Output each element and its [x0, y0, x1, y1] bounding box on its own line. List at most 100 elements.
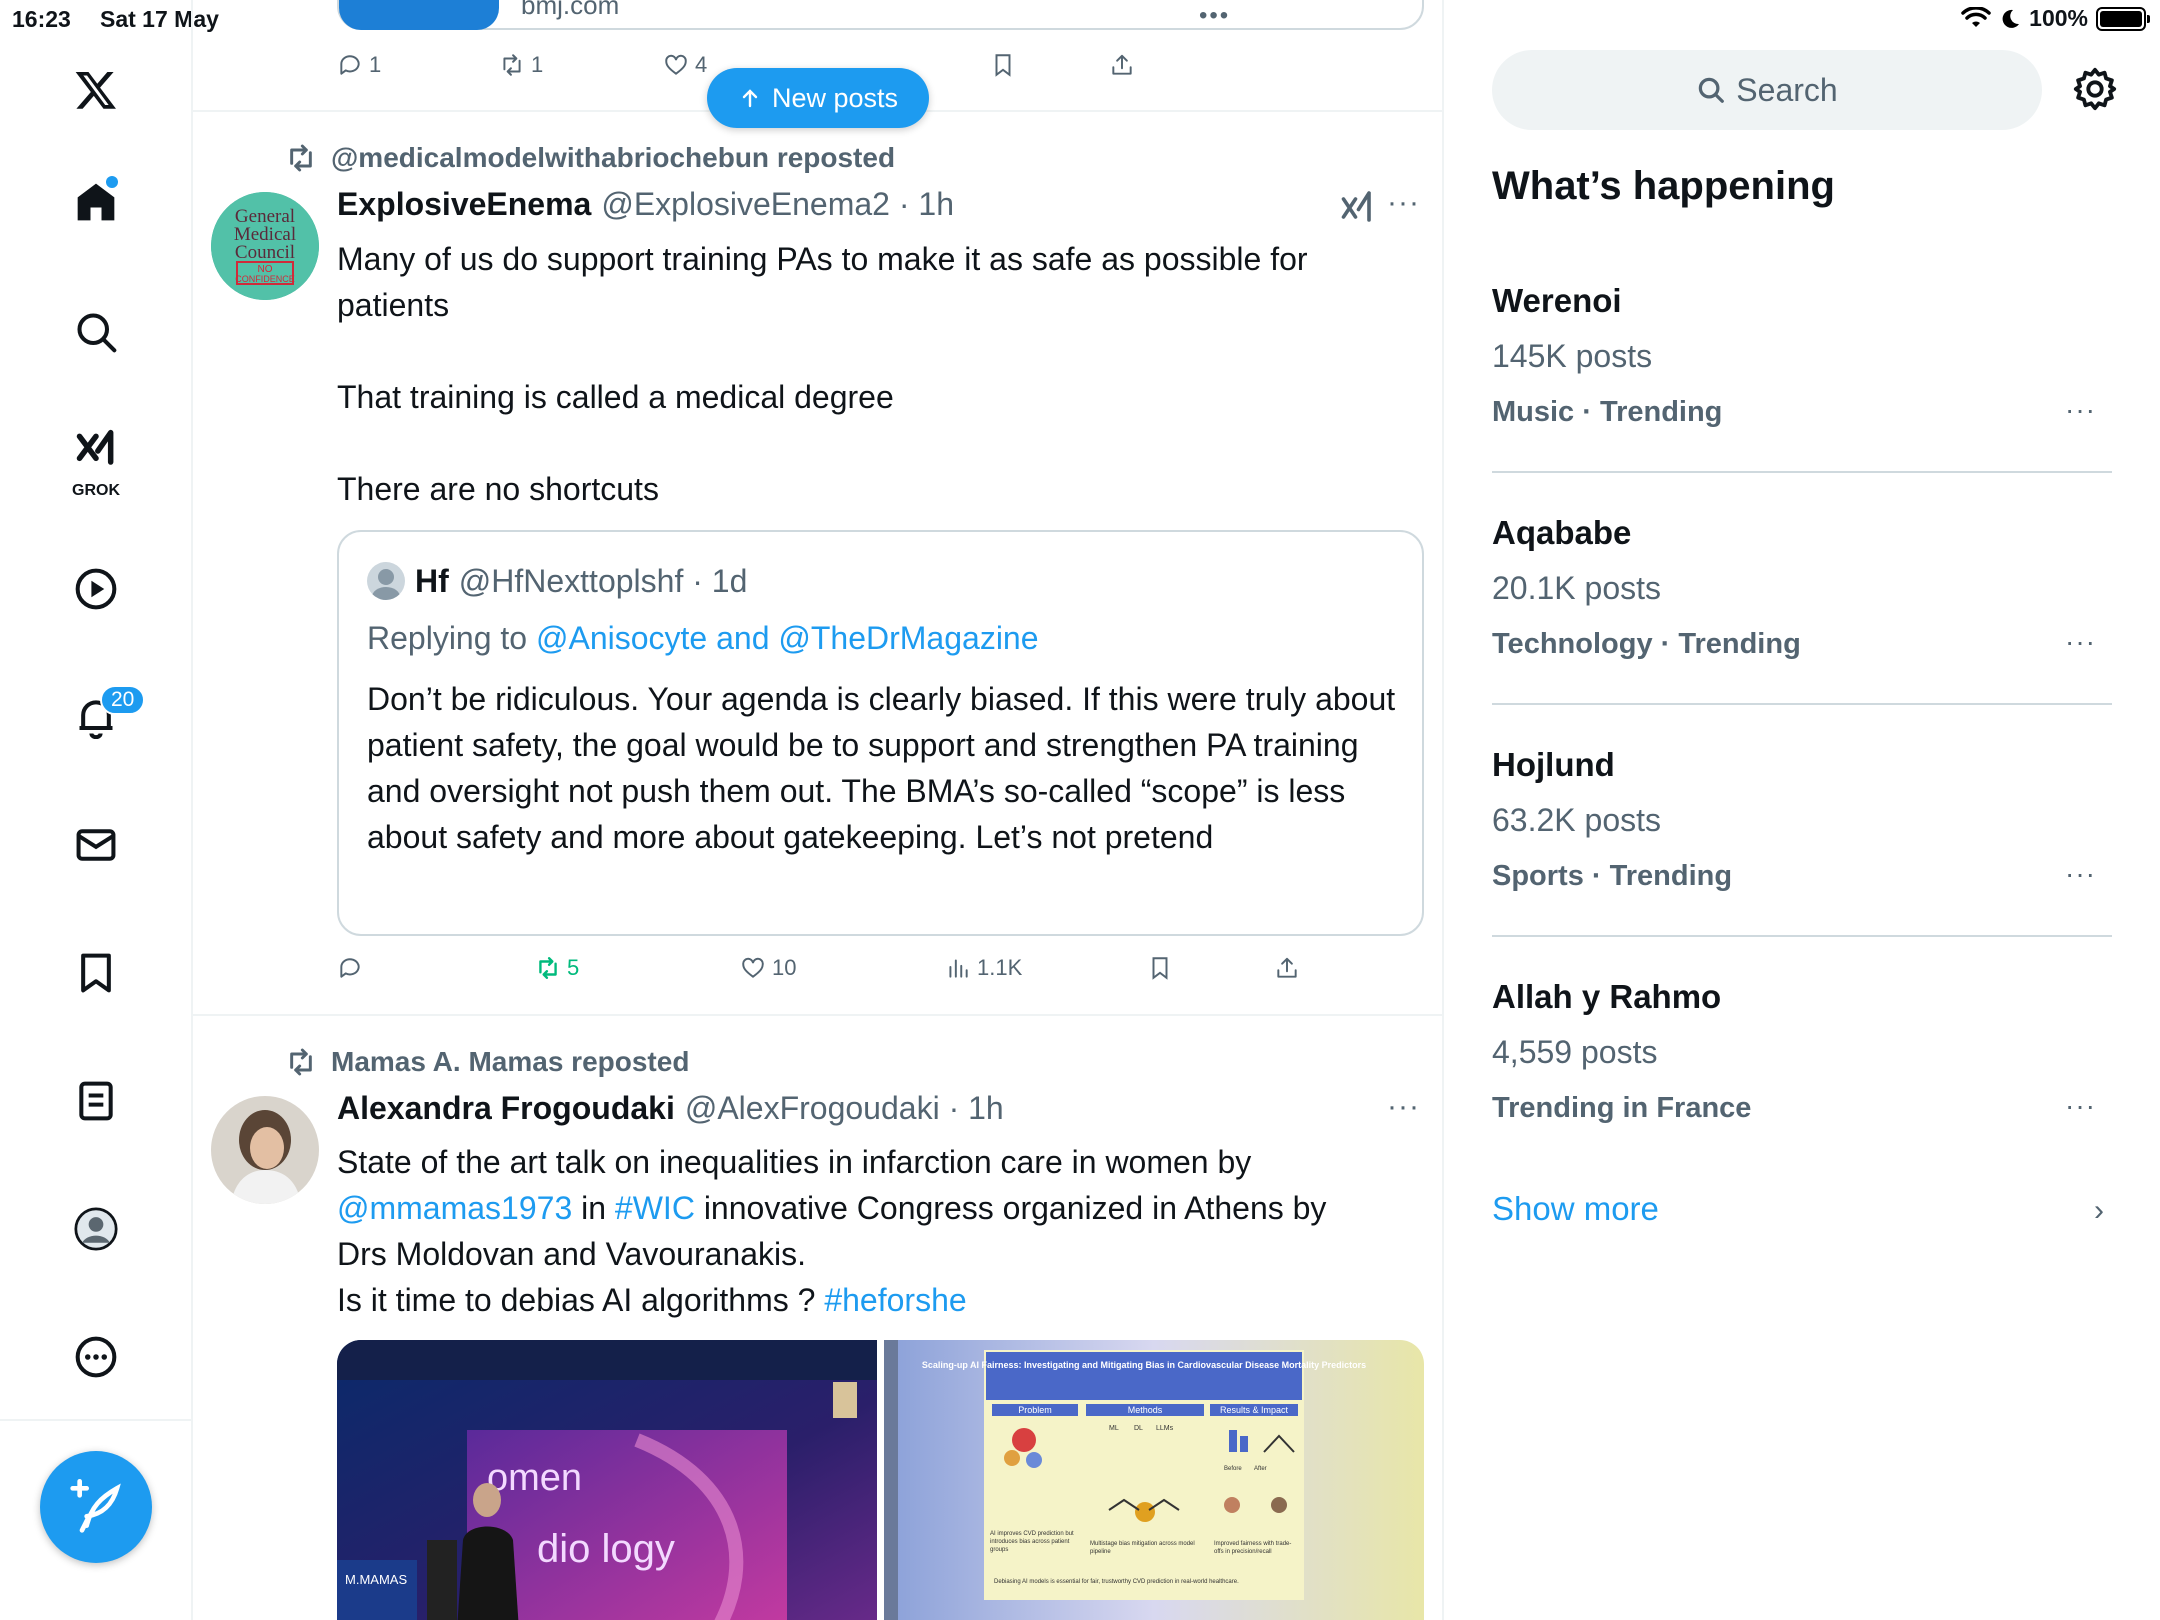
quote-avatar [367, 562, 405, 600]
author-handle[interactable]: @ExplosiveEnema2 · 1h [601, 186, 954, 223]
avatar[interactable]: General Medical Council NO CONFIDENCE [211, 192, 319, 300]
slide-before: Before [1224, 1466, 1242, 1472]
search-icon [77, 313, 117, 353]
post-more-button[interactable]: ··· [1387, 186, 1420, 220]
like-count: 4 [695, 52, 708, 77]
replying-mentions[interactable]: @Anisocyte and @TheDrMagazine [536, 620, 1039, 656]
nav-lists[interactable] [60, 1065, 132, 1137]
new-posts-button[interactable]: New posts [707, 68, 929, 128]
compose-button[interactable] [40, 1451, 152, 1563]
repost-count: 5 [567, 955, 580, 980]
presentation-slide-photo: Scaling-up AI Fairness: Investigating an… [884, 1340, 1424, 1620]
post-text-line: @mmamas1973 in #WIC innovative Congress … [337, 1185, 1417, 1231]
replying-prefix: Replying to [367, 620, 536, 656]
author-handle[interactable]: @AlexFrogoudaki · 1h [685, 1090, 1004, 1127]
slide-col-problem: Problem [1018, 1405, 1052, 1415]
avatar[interactable] [211, 1096, 319, 1204]
hashtag-link[interactable]: #heforshe [824, 1282, 966, 1318]
like-button[interactable]: 10 [740, 955, 796, 981]
repost-count: 1 [531, 52, 544, 77]
slide-title: Scaling-up AI Fairness: Investigating an… [922, 1360, 1366, 1370]
more-circle-icon [75, 1336, 117, 1378]
repost-indicator: @medicalmodelwithabriochebun reposted [285, 142, 895, 174]
nav-divider [0, 1419, 193, 1421]
post-text: Many of us do support training PAs to ma… [337, 236, 1417, 512]
reply-icon [340, 55, 360, 75]
quote-author-handle: @HfNexttoplshf · 1d [458, 562, 748, 599]
reply-icon [340, 958, 360, 978]
grok-icon[interactable] [1339, 190, 1375, 226]
reply-button[interactable]: 1 [337, 52, 381, 78]
right-sidebar: Search What’s happening Werenoi 145K pos… [1444, 0, 2160, 1620]
search-placeholder: Search [1736, 71, 1838, 108]
trend-more-button[interactable]: ··· [2065, 394, 2096, 426]
post-text-line: Drs Moldovan and Vavouranakis. [337, 1236, 806, 1272]
repost-indicator: Mamas A. Mamas reposted [285, 1046, 689, 1078]
slide-after: After [1254, 1466, 1267, 1472]
slide-llms: LLMs [1156, 1425, 1174, 1432]
mention-link[interactable]: @mmamas1973 [337, 1190, 572, 1226]
post-text-line: State of the art talk on inequalities in… [337, 1144, 1252, 1180]
link-card[interactable]: bmj.com ••• [337, 0, 1424, 30]
trend-category: Trending in France [1492, 1092, 1752, 1124]
trend-name: Allah y Rahmo [1492, 978, 1722, 1015]
author-name[interactable]: Alexandra Frogoudaki [337, 1090, 675, 1127]
nav-more[interactable] [60, 1321, 132, 1393]
show-more-link[interactable]: Show more [1492, 1190, 1659, 1228]
slide-problem-text: AI improves CVD prediction but introduce… [990, 1531, 1074, 1553]
trend-divider [1492, 471, 2112, 473]
slide-results-text: Improved fairness with trade-offs in pre… [1214, 1541, 1292, 1555]
nav-grok[interactable]: GROK [60, 418, 132, 502]
post-text-line: That training is called a medical degree [337, 379, 894, 415]
nav-notifications[interactable]: 20 [60, 681, 146, 753]
play-circle-icon [75, 568, 117, 610]
slide-ml: ML [1109, 1425, 1119, 1432]
slide-title-text: Scaling-up AI Fairness: Investigating an… [922, 1360, 1366, 1370]
heart-icon [742, 957, 764, 978]
share-button[interactable] [1109, 52, 1135, 78]
trend-more-button[interactable]: ··· [2065, 626, 2096, 658]
nav-explore[interactable] [60, 296, 132, 368]
trend-more-button[interactable]: ··· [2065, 858, 2096, 890]
like-button[interactable]: 4 [663, 52, 707, 78]
nav-messages[interactable] [60, 809, 132, 881]
share-button[interactable] [1274, 955, 1300, 981]
share-icon [1277, 957, 1297, 978]
timeline: bmj.com ••• 1 1 4 New posts @medicalmode [193, 0, 1444, 1620]
reply-count: 1 [369, 52, 382, 77]
quote-author-name: Hf [415, 562, 449, 599]
post-more-button[interactable]: ··· [1387, 1090, 1420, 1124]
nav-profile[interactable] [60, 1193, 132, 1265]
post-text-line: There are no shortcuts [337, 471, 659, 507]
bookmark-button[interactable] [990, 52, 1016, 78]
views-button[interactable]: 1.1K [945, 955, 1022, 981]
conference-stage-photo: omen dio logy M.MAMAS [337, 1340, 877, 1620]
trend-more-button[interactable]: ··· [2065, 1090, 2096, 1122]
search-input[interactable]: Search [1492, 50, 2042, 130]
author-name[interactable]: ExplosiveEnema [337, 186, 591, 223]
reply-button[interactable] [337, 955, 363, 981]
x-logo[interactable] [60, 54, 132, 126]
repost-button[interactable]: 1 [499, 52, 543, 78]
post-image-2[interactable]: Scaling-up AI Fairness: Investigating an… [884, 1340, 1424, 1620]
gear-icon[interactable] [2072, 66, 2118, 112]
slide-dl: DL [1134, 1425, 1143, 1432]
hashtag-link[interactable]: #WIC [615, 1190, 695, 1226]
quote-text: Don’t be ridiculous. Your agenda is clea… [367, 681, 1396, 855]
nav-home[interactable] [60, 166, 132, 238]
grok-label: GROK [72, 482, 120, 499]
trend-name: Aqababe [1492, 514, 1632, 551]
trend-count: 4,559 posts [1492, 1034, 1658, 1070]
post-image-1[interactable]: omen dio logy M.MAMAS [337, 1340, 877, 1620]
trend-divider [1492, 935, 2112, 937]
repost-button[interactable]: 5 [535, 955, 579, 981]
trend-count: 145K posts [1492, 338, 1653, 374]
nav-video[interactable] [60, 553, 132, 625]
bookmark-button[interactable] [1147, 955, 1173, 981]
text-fragment: in [572, 1190, 615, 1226]
quoted-post[interactable]: Hf @HfNexttoplshf · 1d Replying to @Anis… [337, 530, 1424, 936]
link-card-thumbnail [339, 0, 499, 30]
bookmark-icon [995, 54, 1011, 77]
nav-bookmarks[interactable] [60, 937, 132, 1009]
trend-category: Music · Trending [1492, 396, 1723, 428]
